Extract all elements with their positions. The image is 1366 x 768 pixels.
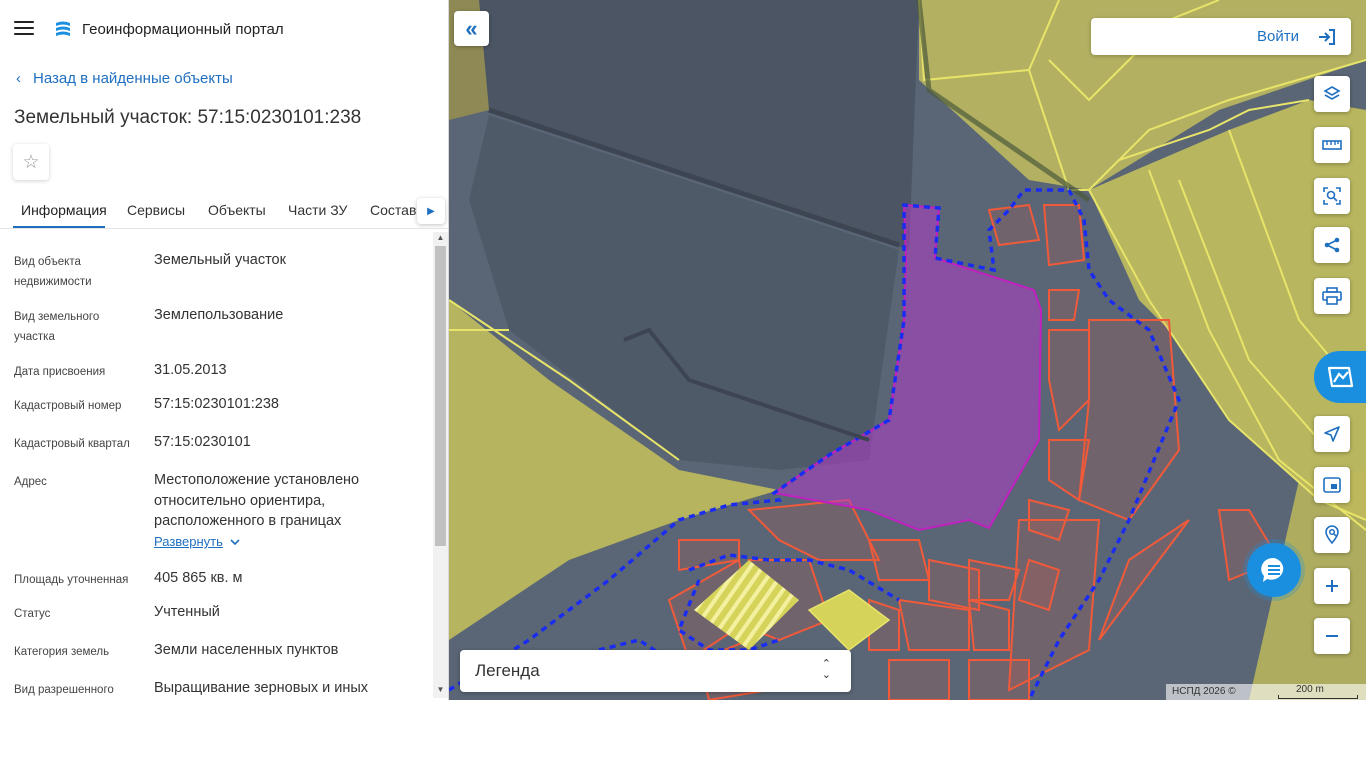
login-icon <box>1319 29 1335 45</box>
pin-search-button[interactable] <box>1314 517 1350 553</box>
property-label: Статус <box>14 608 51 620</box>
minimap-button[interactable] <box>1314 467 1350 503</box>
area-select-icon <box>1323 187 1341 205</box>
star-icon: ☆ <box>22 151 40 173</box>
scroll-down-arrow-icon[interactable]: ▼ <box>433 684 448 696</box>
print-button[interactable] <box>1314 278 1350 314</box>
chat-bubble-icon <box>1261 557 1284 582</box>
scrollbar-thumb[interactable] <box>435 246 446 546</box>
nspd-service-button[interactable] <box>1314 351 1366 403</box>
property-value: Учтенный <box>154 604 220 620</box>
scroll-up-arrow-icon[interactable]: ▲ <box>433 232 448 244</box>
zoom-out-icon <box>1326 635 1338 637</box>
minimap-icon <box>1323 477 1341 493</box>
tab-information[interactable]: Информация <box>21 202 107 218</box>
layers-button[interactable] <box>1314 76 1350 112</box>
print-icon <box>1322 287 1342 305</box>
chat-button[interactable] <box>1247 543 1301 597</box>
property-label: Кадастровый номер <box>14 400 122 412</box>
property-label: Площадь уточненная <box>14 574 129 586</box>
active-tab-indicator <box>13 226 105 228</box>
portal-logo-icon <box>56 21 70 36</box>
caret-right-icon: ▶ <box>427 205 435 217</box>
property-label: Дата присвоения <box>14 366 106 378</box>
expand-collapse-icon: ⌃ ⌄ <box>821 658 831 681</box>
property-label: Вид земельного участка <box>14 311 100 343</box>
layers-icon <box>1323 86 1341 100</box>
property-value: 57:15:0230101:238 <box>154 396 279 412</box>
back-link-label: Назад в найденные объекты <box>33 70 233 87</box>
property-list: Вид объекта недвижимости Земельный участ… <box>0 240 432 700</box>
collapse-panel-button[interactable]: « <box>454 11 489 46</box>
login-label: Войти <box>1257 28 1299 45</box>
tab-services[interactable]: Сервисы <box>127 202 185 218</box>
property-value: 31.05.2013 <box>154 362 227 378</box>
nspd-logo-icon <box>1327 366 1354 388</box>
property-value: Земли населенных пунктов <box>154 642 339 658</box>
location-arrow-icon <box>1324 426 1340 442</box>
map-view[interactable]: « Войти Легенда ⌃ ⌄ НСПД 2026 © 200 m <box>449 0 1366 700</box>
menu-icon[interactable] <box>14 21 34 37</box>
tabs-next-button[interactable]: ▶ <box>417 198 445 224</box>
attribution-text: НСПД 2026 © <box>1172 686 1236 697</box>
object-title: Земельный участок: 57:15:0230101:238 <box>14 107 362 128</box>
property-label: Вид объекта недвижимости <box>14 256 92 288</box>
scale-label: 200 m <box>1296 684 1324 695</box>
back-to-results-link[interactable]: ‹ Назад в найденные объекты <box>16 70 233 87</box>
chevron-down-icon[interactable] <box>229 536 241 548</box>
tab-composition[interactable]: Состав <box>370 202 416 218</box>
login-button[interactable]: Войти <box>1091 18 1351 55</box>
scale-bar <box>1278 695 1358 699</box>
property-value: Выращивание зерновых и иных <box>154 680 369 696</box>
zoom-in-button[interactable] <box>1314 568 1350 604</box>
ruler-icon <box>1322 140 1342 150</box>
tab-objects[interactable]: Объекты <box>208 202 266 218</box>
zoom-out-button[interactable] <box>1314 618 1350 654</box>
pin-search-icon <box>1325 525 1339 545</box>
ruler-button[interactable] <box>1314 127 1350 163</box>
zoom-in-icon <box>1326 580 1338 592</box>
property-label: Кадастровый квартал <box>14 438 130 450</box>
property-value: 405 865 кв. м <box>154 570 243 586</box>
property-label: Адрес <box>14 476 47 488</box>
info-panel: Геоинформационный портал ‹ Назад в найде… <box>0 0 449 700</box>
portal-title: Геоинформационный портал <box>82 21 284 38</box>
my-location-button[interactable] <box>1314 416 1350 452</box>
share-button[interactable] <box>1314 227 1350 263</box>
share-icon <box>1324 237 1340 253</box>
property-label: Вид разрешенного <box>14 684 114 696</box>
property-value: Земельный участок <box>154 252 286 268</box>
property-value: Землепользование <box>154 307 284 323</box>
legend-toggle[interactable]: Легенда ⌃ ⌄ <box>460 650 851 692</box>
double-chevron-left-icon: « <box>465 15 478 41</box>
map-canvas[interactable] <box>449 0 1366 700</box>
legend-label: Легенда <box>475 661 540 680</box>
tab-bar: Информация Сервисы Объекты Части ЗУ Сост… <box>0 193 449 229</box>
chevron-left-icon: ‹ <box>16 70 21 87</box>
property-label: Категория земель <box>14 646 110 658</box>
property-value: Местоположение установлено относительно … <box>154 472 360 529</box>
tab-parts[interactable]: Части ЗУ <box>288 202 347 218</box>
map-attribution: НСПД 2026 © 200 m <box>1166 684 1366 700</box>
area-select-button[interactable] <box>1314 178 1350 214</box>
blank-area <box>0 700 1366 768</box>
panel-header: Геоинформационный портал <box>0 0 449 58</box>
expand-address-link[interactable]: Развернуть <box>154 534 223 549</box>
property-value: 57:15:0230101 <box>154 434 251 450</box>
favorite-button[interactable]: ☆ <box>13 144 49 180</box>
